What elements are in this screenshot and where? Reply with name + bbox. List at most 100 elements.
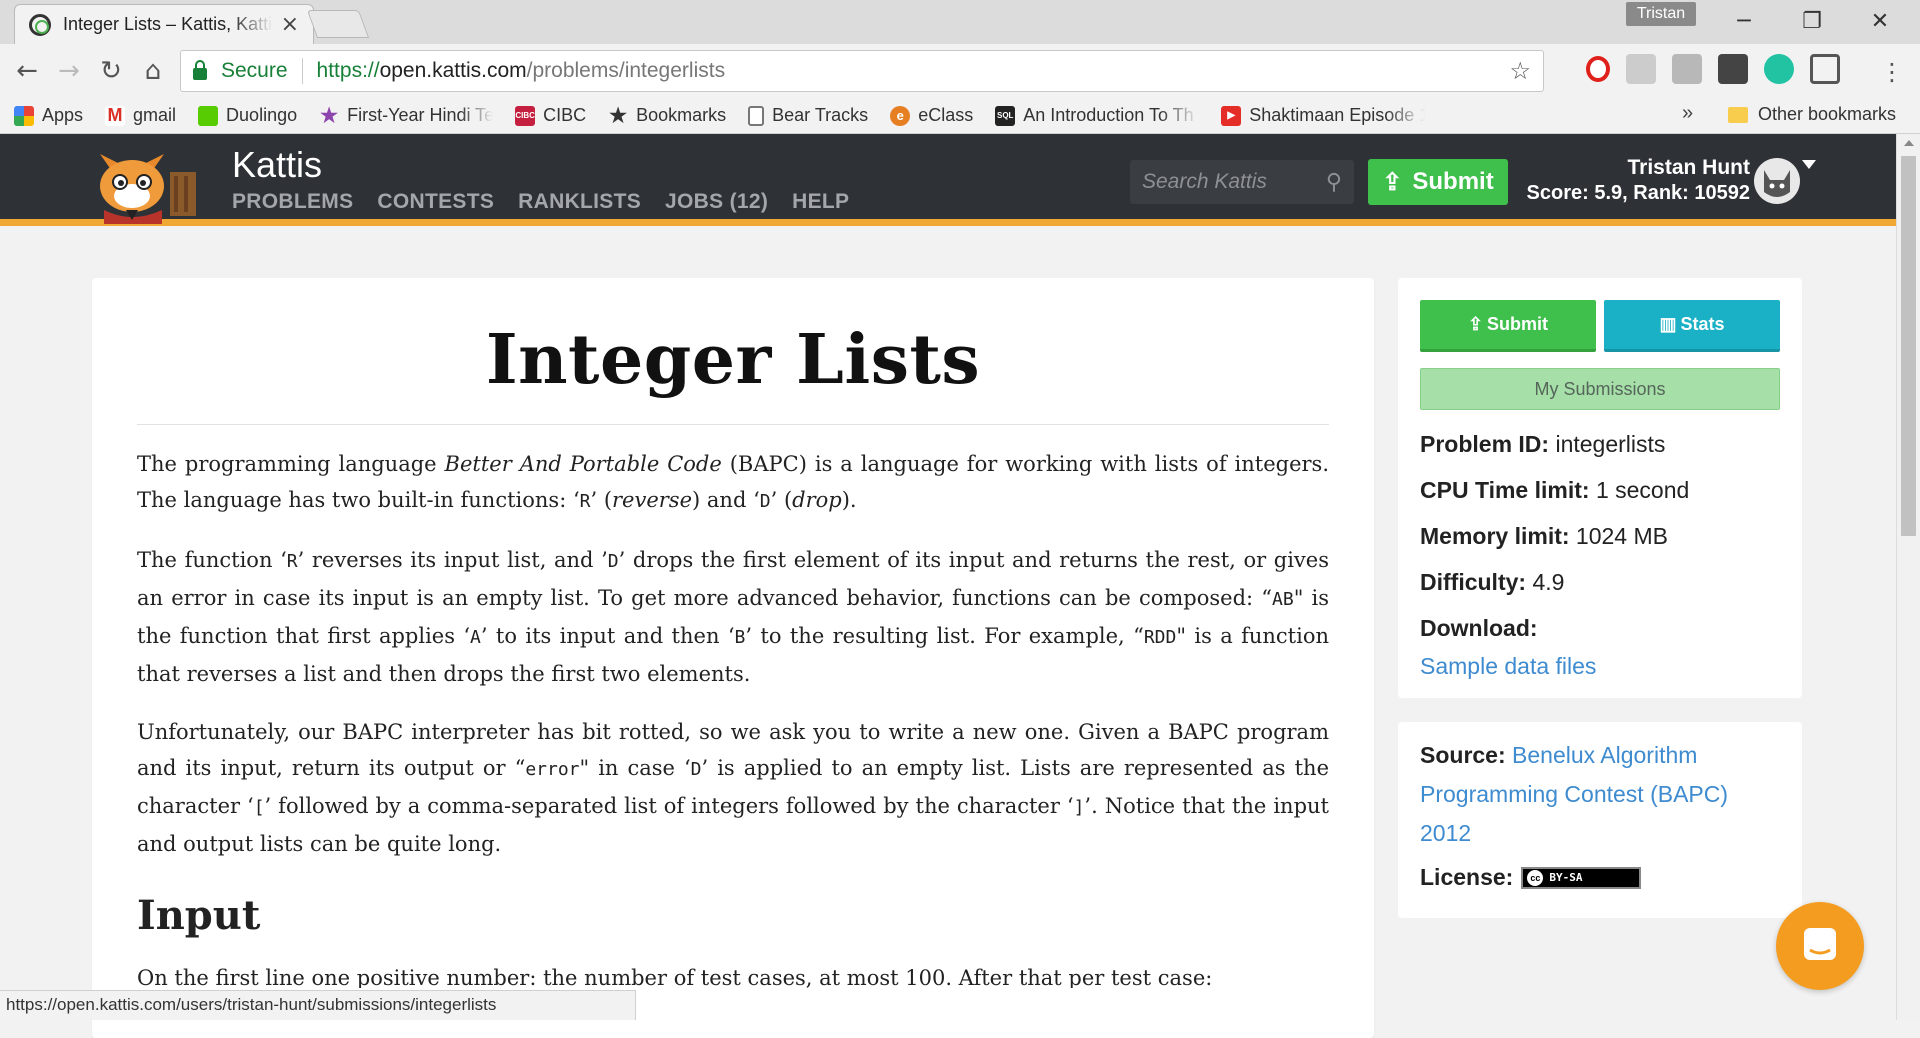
sidebar-submit-button[interactable]: ⇪ Submit bbox=[1420, 300, 1596, 352]
creative-commons-icon: cc bbox=[1527, 869, 1544, 886]
home-icon[interactable]: ⌂ bbox=[136, 54, 170, 88]
kattis-mascot-logo[interactable] bbox=[92, 144, 214, 224]
menu-kebab-icon[interactable]: ⋮ bbox=[1880, 58, 1904, 86]
bookmark-bookmarks[interactable]: ★ Bookmarks bbox=[608, 105, 726, 127]
lock-icon bbox=[193, 60, 207, 80]
close-window-button[interactable]: ✕ bbox=[1850, 4, 1910, 40]
download-label: Download: bbox=[1420, 615, 1538, 641]
problem-info-panel: ⇪ Submit ▥ Stats My Submissions Problem … bbox=[1398, 278, 1802, 698]
bookmark-sql-intro[interactable]: SQL An Introduction To Th bbox=[995, 105, 1199, 126]
other-bookmarks[interactable]: Other bookmarks bbox=[1728, 104, 1896, 125]
avatar[interactable] bbox=[1754, 158, 1800, 204]
bookmarks-overflow-icon[interactable]: » bbox=[1682, 102, 1693, 125]
memory-limit-row: Memory limit: 1024 MB bbox=[1420, 514, 1689, 560]
upload-icon: ⇪ bbox=[1467, 314, 1484, 334]
secure-label: Secure bbox=[221, 59, 288, 82]
scroll-up-icon[interactable] bbox=[1904, 140, 1914, 146]
bookmarks-bar: Apps M gmail Duolingo ★ First-Year Hindi… bbox=[0, 98, 1920, 134]
kattis-favicon-icon bbox=[29, 13, 51, 36]
chat-launcher-button[interactable] bbox=[1776, 902, 1864, 990]
cast-icon[interactable] bbox=[1810, 54, 1840, 84]
mercury-icon[interactable] bbox=[1764, 54, 1794, 84]
difficulty-label: Difficulty: bbox=[1420, 569, 1527, 595]
new-tab-button[interactable] bbox=[306, 10, 370, 38]
memory-limit-label: Memory limit: bbox=[1420, 523, 1570, 549]
bookmark-label: Shaktimaan Episode 1 bbox=[1249, 105, 1426, 125]
other-bookmarks-label: Other bookmarks bbox=[1758, 104, 1897, 124]
profile-chip[interactable]: Tristan bbox=[1626, 2, 1696, 26]
sample-data-row: Sample data files bbox=[1420, 644, 1689, 690]
problem-id-label: Problem ID: bbox=[1420, 431, 1550, 457]
title-divider bbox=[137, 424, 1329, 425]
bookmark-label: First-Year Hindi Textbook bbox=[347, 105, 494, 125]
bookmark-label: Apps bbox=[42, 105, 84, 125]
bookmark-label: eClass bbox=[918, 105, 974, 125]
input-description: On the first line one positive number: t… bbox=[137, 966, 1213, 988]
kattis-brand[interactable]: Kattis bbox=[232, 144, 322, 186]
tab-title: Integer Lists – Kattis, Kattis bbox=[63, 14, 273, 34]
bookmark-label: An Introduction To Th bbox=[1023, 105, 1194, 125]
problem-meta: Problem ID: integerlists CPU Time limit:… bbox=[1420, 422, 1689, 690]
input-heading: Input bbox=[137, 892, 261, 939]
bookmark-star-icon[interactable]: ☆ bbox=[1509, 57, 1531, 86]
bookmark-hindi[interactable]: ★ First-Year Hindi Textbook bbox=[319, 105, 494, 127]
sidebar-submit-label: Submit bbox=[1487, 314, 1549, 334]
cpu-limit-row: CPU Time limit: 1 second bbox=[1420, 468, 1689, 514]
difficulty-row: Difficulty: 4.9 bbox=[1420, 560, 1689, 606]
user-menu-caret-icon[interactable] bbox=[1802, 160, 1816, 169]
star-multicolor-icon: ★ bbox=[320, 105, 339, 127]
lightbulb-icon[interactable] bbox=[1718, 54, 1748, 84]
opera-icon[interactable] bbox=[1586, 56, 1610, 82]
page-scrollbar[interactable] bbox=[1896, 134, 1920, 1020]
kattis-search-input[interactable]: Search Kattis ⚲ bbox=[1130, 160, 1354, 204]
browser-titlebar: Integer Lists – Kattis, Kattis × Tristan… bbox=[0, 0, 1920, 44]
restore-button[interactable]: ❐ bbox=[1782, 4, 1842, 40]
scroll-thumb[interactable] bbox=[1901, 156, 1916, 536]
bookmark-duolingo[interactable]: Duolingo bbox=[198, 105, 297, 126]
nav-problems[interactable]: PROBLEMS bbox=[232, 190, 353, 214]
tab-close-icon[interactable]: × bbox=[281, 12, 299, 37]
search-icon[interactable]: ⚲ bbox=[1326, 169, 1342, 195]
address-bar[interactable]: Secure https://open.kattis.com/problems/… bbox=[180, 50, 1544, 92]
statement-paragraph-2: The function ‘R’ reverses its input list… bbox=[137, 548, 1330, 686]
extension-gray-icon[interactable] bbox=[1626, 54, 1656, 84]
browser-tab-active[interactable]: Integer Lists – Kattis, Kattis × bbox=[14, 4, 314, 44]
reload-icon[interactable]: ↻ bbox=[94, 54, 128, 88]
cat-avatar-icon bbox=[1764, 170, 1790, 197]
url-path: /problems/integerlists bbox=[526, 59, 726, 82]
source-label: Source: bbox=[1420, 742, 1506, 768]
sample-data-link[interactable]: Sample data files bbox=[1420, 653, 1596, 679]
pdf-icon[interactable] bbox=[1672, 54, 1702, 84]
statement-paragraph-3: Unfortunately, our BAPC interpreter has … bbox=[137, 720, 1329, 856]
user-summary[interactable]: Tristan Hunt Score: 5.9, Rank: 10592 bbox=[1527, 156, 1750, 205]
bookmark-cibc[interactable]: CIBC CIBC bbox=[515, 105, 586, 126]
my-submissions-button[interactable]: My Submissions bbox=[1420, 368, 1780, 410]
nav-contests[interactable]: CONTESTS bbox=[377, 190, 494, 214]
header-submit-button[interactable]: ⇪ Submit bbox=[1368, 159, 1508, 205]
sql-icon: SQL bbox=[995, 105, 1016, 126]
cc-license-badge[interactable]: cc BY-SA bbox=[1521, 866, 1642, 889]
bookmark-shaktimaan[interactable]: ▶ Shaktimaan Episode 1 bbox=[1221, 105, 1425, 126]
url-scheme: https:// bbox=[316, 59, 380, 82]
browser-toolbar: ← → ↻ ⌂ Secure https://open.kattis.com/p… bbox=[0, 44, 1920, 98]
search-placeholder: Search Kattis bbox=[1142, 170, 1267, 193]
bookmark-bear-tracks[interactable]: Bear Tracks bbox=[748, 105, 868, 126]
difficulty-value: 4.9 bbox=[1532, 569, 1565, 595]
stats-button[interactable]: ▥ Stats bbox=[1604, 300, 1780, 352]
forward-arrow-icon[interactable]: → bbox=[52, 54, 86, 88]
nav-ranklists[interactable]: RANKLISTS bbox=[518, 190, 641, 214]
minimize-button[interactable]: ─ bbox=[1714, 4, 1774, 40]
bookmark-apps[interactable]: Apps bbox=[14, 105, 83, 126]
problem-id-row: Problem ID: integerlists bbox=[1420, 422, 1689, 468]
bookmark-eclass[interactable]: e eClass bbox=[890, 105, 973, 126]
nav-help[interactable]: HELP bbox=[792, 190, 849, 214]
memory-limit-value: 1024 MB bbox=[1575, 523, 1668, 549]
bookmark-gmail[interactable]: M gmail bbox=[105, 105, 176, 126]
back-arrow-icon[interactable]: ← bbox=[10, 54, 44, 88]
bar-chart-icon: ▥ bbox=[1659, 314, 1677, 334]
kattis-header: Kattis PROBLEMS CONTESTS RANKLISTS JOBS … bbox=[0, 134, 1896, 226]
apps-grid-icon bbox=[14, 105, 34, 126]
duolingo-icon bbox=[198, 105, 219, 126]
omnibox-divider bbox=[301, 58, 303, 84]
nav-jobs[interactable]: JOBS (12) bbox=[665, 190, 768, 214]
